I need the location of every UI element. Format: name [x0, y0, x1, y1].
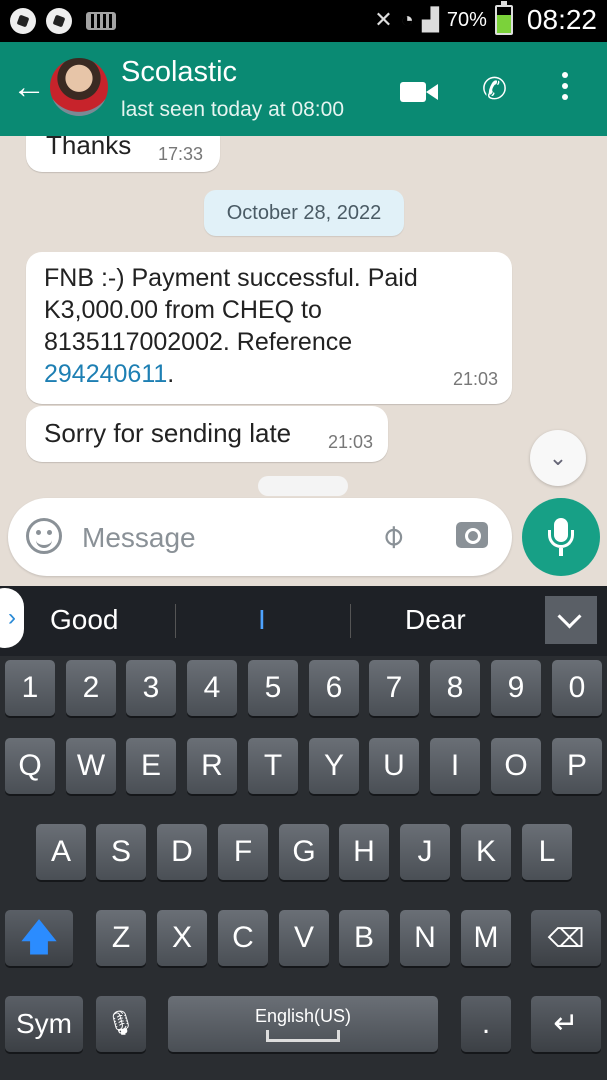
partial-element [258, 476, 348, 496]
key[interactable]: 1 [5, 660, 55, 716]
suggestion-item[interactable]: Good [50, 604, 119, 636]
key[interactable]: B [339, 910, 389, 966]
keyboard: 1 2 3 4 5 6 7 8 9 0 Q W E R T Y U I O P … [0, 656, 607, 1080]
key[interactable]: S [96, 824, 146, 880]
video-call-icon[interactable] [400, 76, 438, 110]
expand-toolbar-tab[interactable]: › [0, 588, 24, 648]
key[interactable]: 0 [552, 660, 602, 716]
more-options-icon[interactable] [562, 72, 568, 105]
message-text-body: FNB :-) Payment successful. Paid K3,000.… [44, 264, 418, 356]
key[interactable]: P [552, 738, 602, 794]
chat-header: ← Scolastic last seen today at 08:00 ✆ [0, 42, 607, 136]
message-time: 17:33 [158, 144, 204, 164]
key[interactable]: 4 [187, 660, 237, 716]
notification-icons [10, 8, 116, 34]
status-bar: ✕ ◔ ▟ 70% 08:22 [0, 0, 607, 42]
system-indicators: ✕ ◔ ▟ 70% 08:22 [374, 1, 597, 36]
message-text: FNB :-) Payment successful. Paid K3,000.… [44, 262, 464, 390]
key[interactable]: N [400, 910, 450, 966]
key[interactable]: X [157, 910, 207, 966]
key[interactable]: Z [96, 910, 146, 966]
suggestion-item[interactable]: I [258, 604, 266, 636]
soccer-ball-icon [46, 8, 72, 34]
message-time: 21:03 [328, 432, 374, 452]
message-bubble[interactable]: Thanks 17:33 [26, 136, 220, 172]
attach-icon[interactable]: ⌀ [371, 515, 411, 555]
key[interactable]: R [187, 738, 237, 794]
message-text-end: . [167, 360, 175, 388]
period-key[interactable]: . [461, 996, 511, 1052]
keyboard-icon [86, 12, 116, 30]
key[interactable]: G [279, 824, 329, 880]
wifi-icon: ◔ [400, 7, 414, 32]
key[interactable]: W [66, 738, 116, 794]
enter-key[interactable]: ↵ [531, 996, 601, 1052]
key[interactable]: A [36, 824, 86, 880]
backspace-key[interactable]: ⌫ [531, 910, 601, 966]
key[interactable]: E [126, 738, 176, 794]
divider [175, 604, 176, 638]
divider [350, 604, 351, 638]
key[interactable]: K [461, 824, 511, 880]
message-time: 21:03 [452, 369, 498, 389]
spacebar-bracket [266, 1030, 340, 1042]
message-bubble[interactable]: Sorry for sending late 21:03 [26, 406, 388, 462]
key[interactable]: 8 [430, 660, 480, 716]
microphone-icon-stand [548, 530, 574, 548]
shift-key[interactable]: 🡅 [5, 910, 73, 966]
key[interactable]: H [339, 824, 389, 880]
key[interactable]: U [369, 738, 419, 794]
key[interactable]: C [218, 910, 268, 966]
emoji-icon[interactable] [26, 518, 62, 554]
battery-percent: 70% [446, 8, 487, 31]
key[interactable]: V [279, 910, 329, 966]
key[interactable]: Q [5, 738, 55, 794]
microphone-button[interactable] [522, 498, 600, 576]
key[interactable]: O [491, 738, 541, 794]
message-text: Sorry for sending late [44, 418, 292, 448]
message-input[interactable] [82, 518, 362, 558]
date-separator: October 28, 2022 [204, 190, 404, 236]
key[interactable]: 6 [309, 660, 359, 716]
key[interactable]: 5 [248, 660, 298, 716]
key[interactable]: 7 [369, 660, 419, 716]
last-seen-status: last seen today at 08:00 [121, 98, 344, 121]
shift-arrow-icon: 🡅 [19, 917, 59, 959]
spacebar-label: English(US) [254, 1006, 352, 1026]
key[interactable]: F [218, 824, 268, 880]
voice-input-key[interactable]: 🎙 [96, 996, 146, 1052]
scroll-down-button[interactable]: ⌄ [530, 430, 586, 486]
avatar[interactable] [50, 58, 108, 116]
key[interactable]: Y [309, 738, 359, 794]
key[interactable]: T [248, 738, 298, 794]
suggestion-item[interactable]: Dear [405, 604, 466, 636]
key[interactable]: 3 [126, 660, 176, 716]
camera-icon[interactable] [456, 522, 488, 548]
key[interactable]: L [522, 824, 572, 880]
spacebar-key[interactable]: English(US) [168, 996, 438, 1052]
microphone-icon-foot [559, 548, 563, 556]
signal-icon: ▟ [421, 7, 439, 32]
collapse-keyboard-button[interactable] [545, 596, 597, 644]
message-composer: ⌀ [8, 498, 512, 576]
suggestion-strip: › Good I Dear [0, 586, 607, 656]
key[interactable]: 9 [491, 660, 541, 716]
contact-name[interactable]: Scolastic [121, 56, 237, 89]
battery-icon [494, 1, 513, 35]
key[interactable]: I [430, 738, 480, 794]
key[interactable]: J [400, 824, 450, 880]
key[interactable]: M [461, 910, 511, 966]
soccer-ball-icon [10, 8, 36, 34]
reference-link[interactable]: 294240611 [44, 360, 167, 388]
symbols-key[interactable]: Sym [5, 996, 83, 1052]
key[interactable]: 2 [66, 660, 116, 716]
clock: 08:22 [526, 4, 597, 35]
mute-icon: ✕ [374, 7, 393, 32]
message-bubble[interactable]: FNB :-) Payment successful. Paid K3,000.… [26, 252, 512, 404]
phone-call-icon[interactable]: ✆ [482, 72, 507, 107]
back-arrow-icon[interactable]: ← [12, 70, 46, 104]
message-text: Thanks [46, 136, 132, 160]
key[interactable]: D [157, 824, 207, 880]
